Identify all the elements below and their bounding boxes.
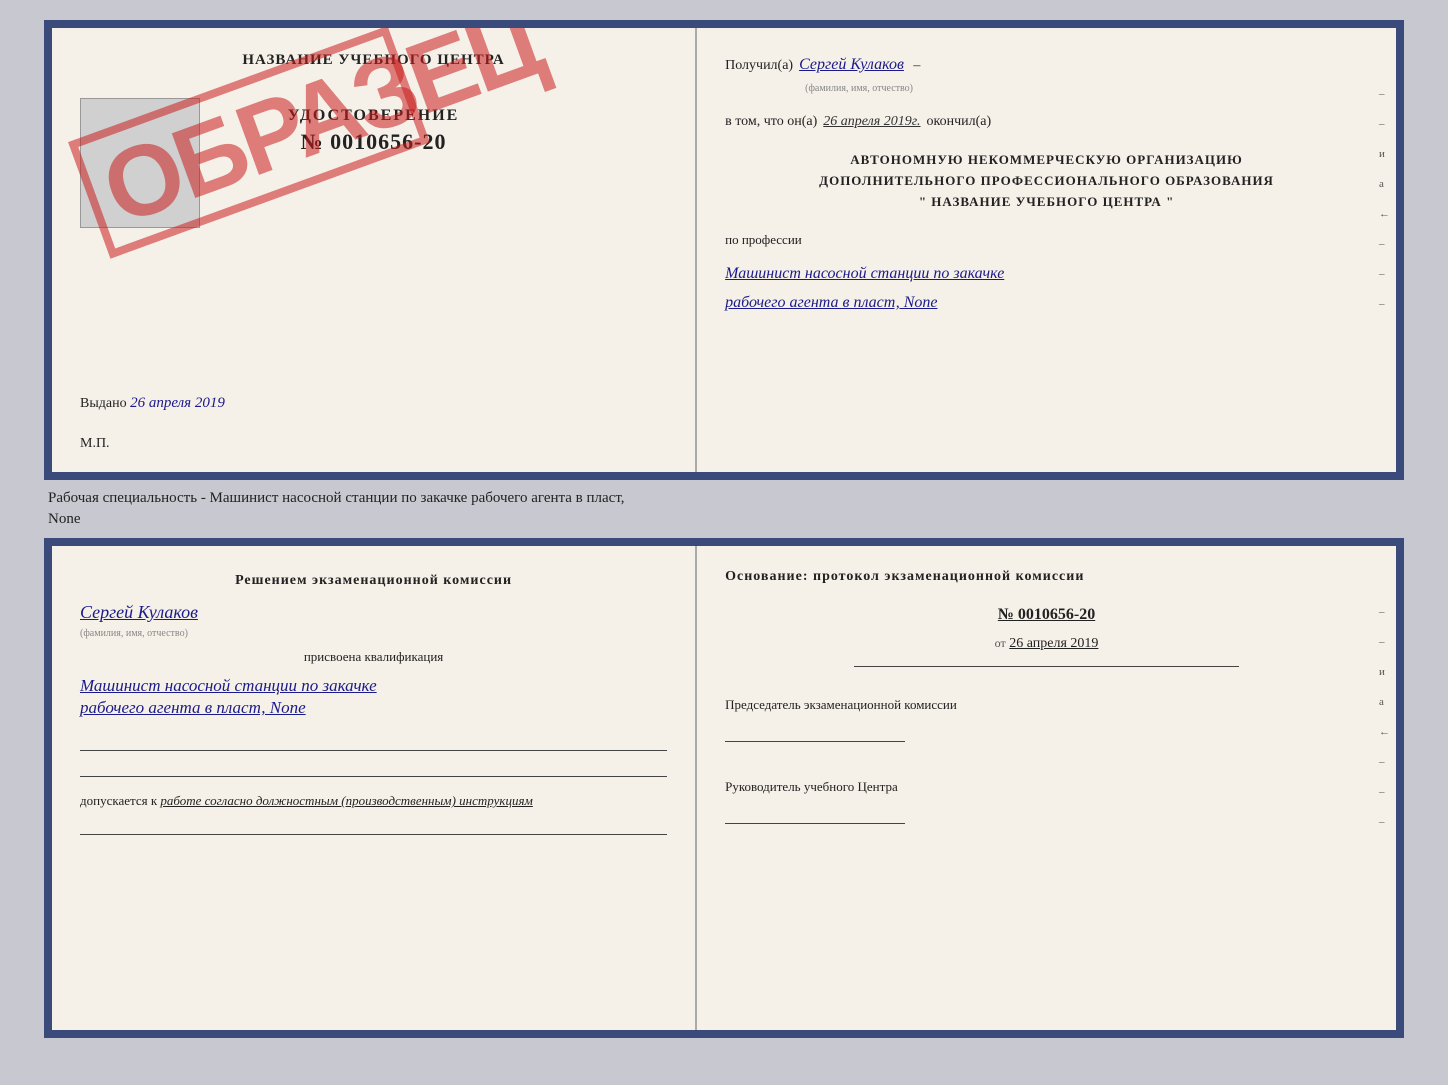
ot-label: от: [995, 636, 1006, 650]
side-marks-bottom: – – и а ← – – –: [1379, 606, 1390, 828]
bottom-doc-right: Основание: протокол экзаменационной коми…: [697, 546, 1396, 1030]
professiya-line1: Машинист насосной станции по закачке: [725, 260, 1368, 289]
komissia-name: Сергей Кулаков: [80, 602, 198, 622]
udostoverenie-title: УДОСТОВЕРЕНИЕ: [288, 107, 460, 125]
top-doc-left: НАЗВАНИЕ УЧЕБНОГО ЦЕНТРА ОБРАЗЕЦ УДОСТОВ…: [52, 28, 697, 472]
separator-text: Рабочая специальность - Машинист насосно…: [44, 480, 1404, 538]
org-block: АВТОНОМНУЮ НЕКОММЕРЧЕСКУЮ ОРГАНИЗАЦИЮ ДО…: [725, 150, 1368, 212]
mp-label: М.П.: [80, 436, 110, 452]
protocol-date: 26 апреля 2019: [1009, 636, 1098, 651]
fio-hint-top: (фамилия, имя, отчество): [805, 83, 913, 94]
center-name-top: НАЗВАНИЕ УЧЕБНОГО ЦЕНТРА: [80, 52, 667, 69]
rukovoditel-label: Руководитель учебного Центра: [725, 777, 1368, 798]
predsedatel-label: Председатель экзаменационной комиссии: [725, 695, 1368, 716]
predsedatel-block: Председатель экзаменационной комиссии: [725, 695, 1368, 749]
org-line1: АВТОНОМНУЮ НЕКОММЕРЧЕСКУЮ ОРГАНИЗАЦИЮ: [725, 150, 1368, 171]
vtom-label: в том, что он(а): [725, 114, 817, 130]
poluchil-name: Сергей Кулаков: [799, 56, 904, 74]
vtom-line: в том, что он(а) 26 апреля 2019г. окончи…: [725, 114, 1368, 130]
predsedatel-sign-field: [725, 724, 905, 742]
separator-line1: Рабочая специальность - Машинист насосно…: [48, 488, 1400, 509]
side-marks-top: – – и а ← – – –: [1379, 88, 1390, 310]
reshenie-text: Решением экзаменационной комиссии: [80, 570, 667, 592]
vydano-line: Выдано 26 апреля 2019: [80, 395, 225, 412]
top-document: НАЗВАНИЕ УЧЕБНОГО ЦЕНТРА ОБРАЗЕЦ УДОСТОВ…: [44, 20, 1404, 480]
vtom-date: 26 апреля 2019г.: [823, 114, 920, 130]
prisvoena-text: присвоена квалификация: [80, 649, 667, 665]
bottom-doc-left: Решением экзаменационной комиссии Сергей…: [52, 546, 697, 1030]
rukovoditel-sign-field: [725, 806, 905, 824]
professiya-label: по профессии: [725, 232, 1368, 248]
osnovanie-text: Основание: протокол экзаменационной коми…: [725, 566, 1368, 588]
poluchil-label: Получил(а): [725, 58, 793, 74]
udostoverenie-num: № 0010656-20: [301, 129, 447, 155]
komissia-hint: (фамилия, имя, отчество): [80, 628, 188, 639]
rukovoditel-block: Руководитель учебного Центра: [725, 777, 1368, 831]
okonchil-label: окончил(а): [927, 114, 992, 130]
protocol-num: № 0010656-20: [725, 606, 1368, 624]
poluchil-line: Получил(а) Сергей Кулаков –: [725, 56, 1368, 74]
dopuskaetsya-value: работе согласно должностным (производств…: [160, 793, 532, 808]
vydano-date: 26 апреля 2019: [130, 395, 225, 411]
bottom-document: Решением экзаменационной комиссии Сергей…: [44, 538, 1404, 1038]
vydano-label: Выдано: [80, 396, 127, 411]
udostoverenie-block: УДОСТОВЕРЕНИЕ № 0010656-20: [80, 107, 667, 155]
kvalif-line2: рабочего агента в пласт, None: [80, 691, 667, 725]
protocol-date-line: от 26 апреля 2019: [725, 636, 1368, 652]
professiya-line2: рабочего агента в пласт, None: [725, 289, 1368, 318]
org-line2: ДОПОЛНИТЕЛЬНОГО ПРОФЕССИОНАЛЬНОГО ОБРАЗО…: [725, 171, 1368, 192]
top-doc-right: Получил(а) Сергей Кулаков – (фамилия, им…: [697, 28, 1396, 472]
org-line3: " НАЗВАНИЕ УЧЕБНОГО ЦЕНТРА ": [725, 192, 1368, 213]
dopuskaetsya-label: допускается к: [80, 793, 157, 808]
separator-line2: None: [48, 509, 1400, 530]
dopuskaetsya-block: допускается к работе согласно должностны…: [80, 793, 667, 809]
